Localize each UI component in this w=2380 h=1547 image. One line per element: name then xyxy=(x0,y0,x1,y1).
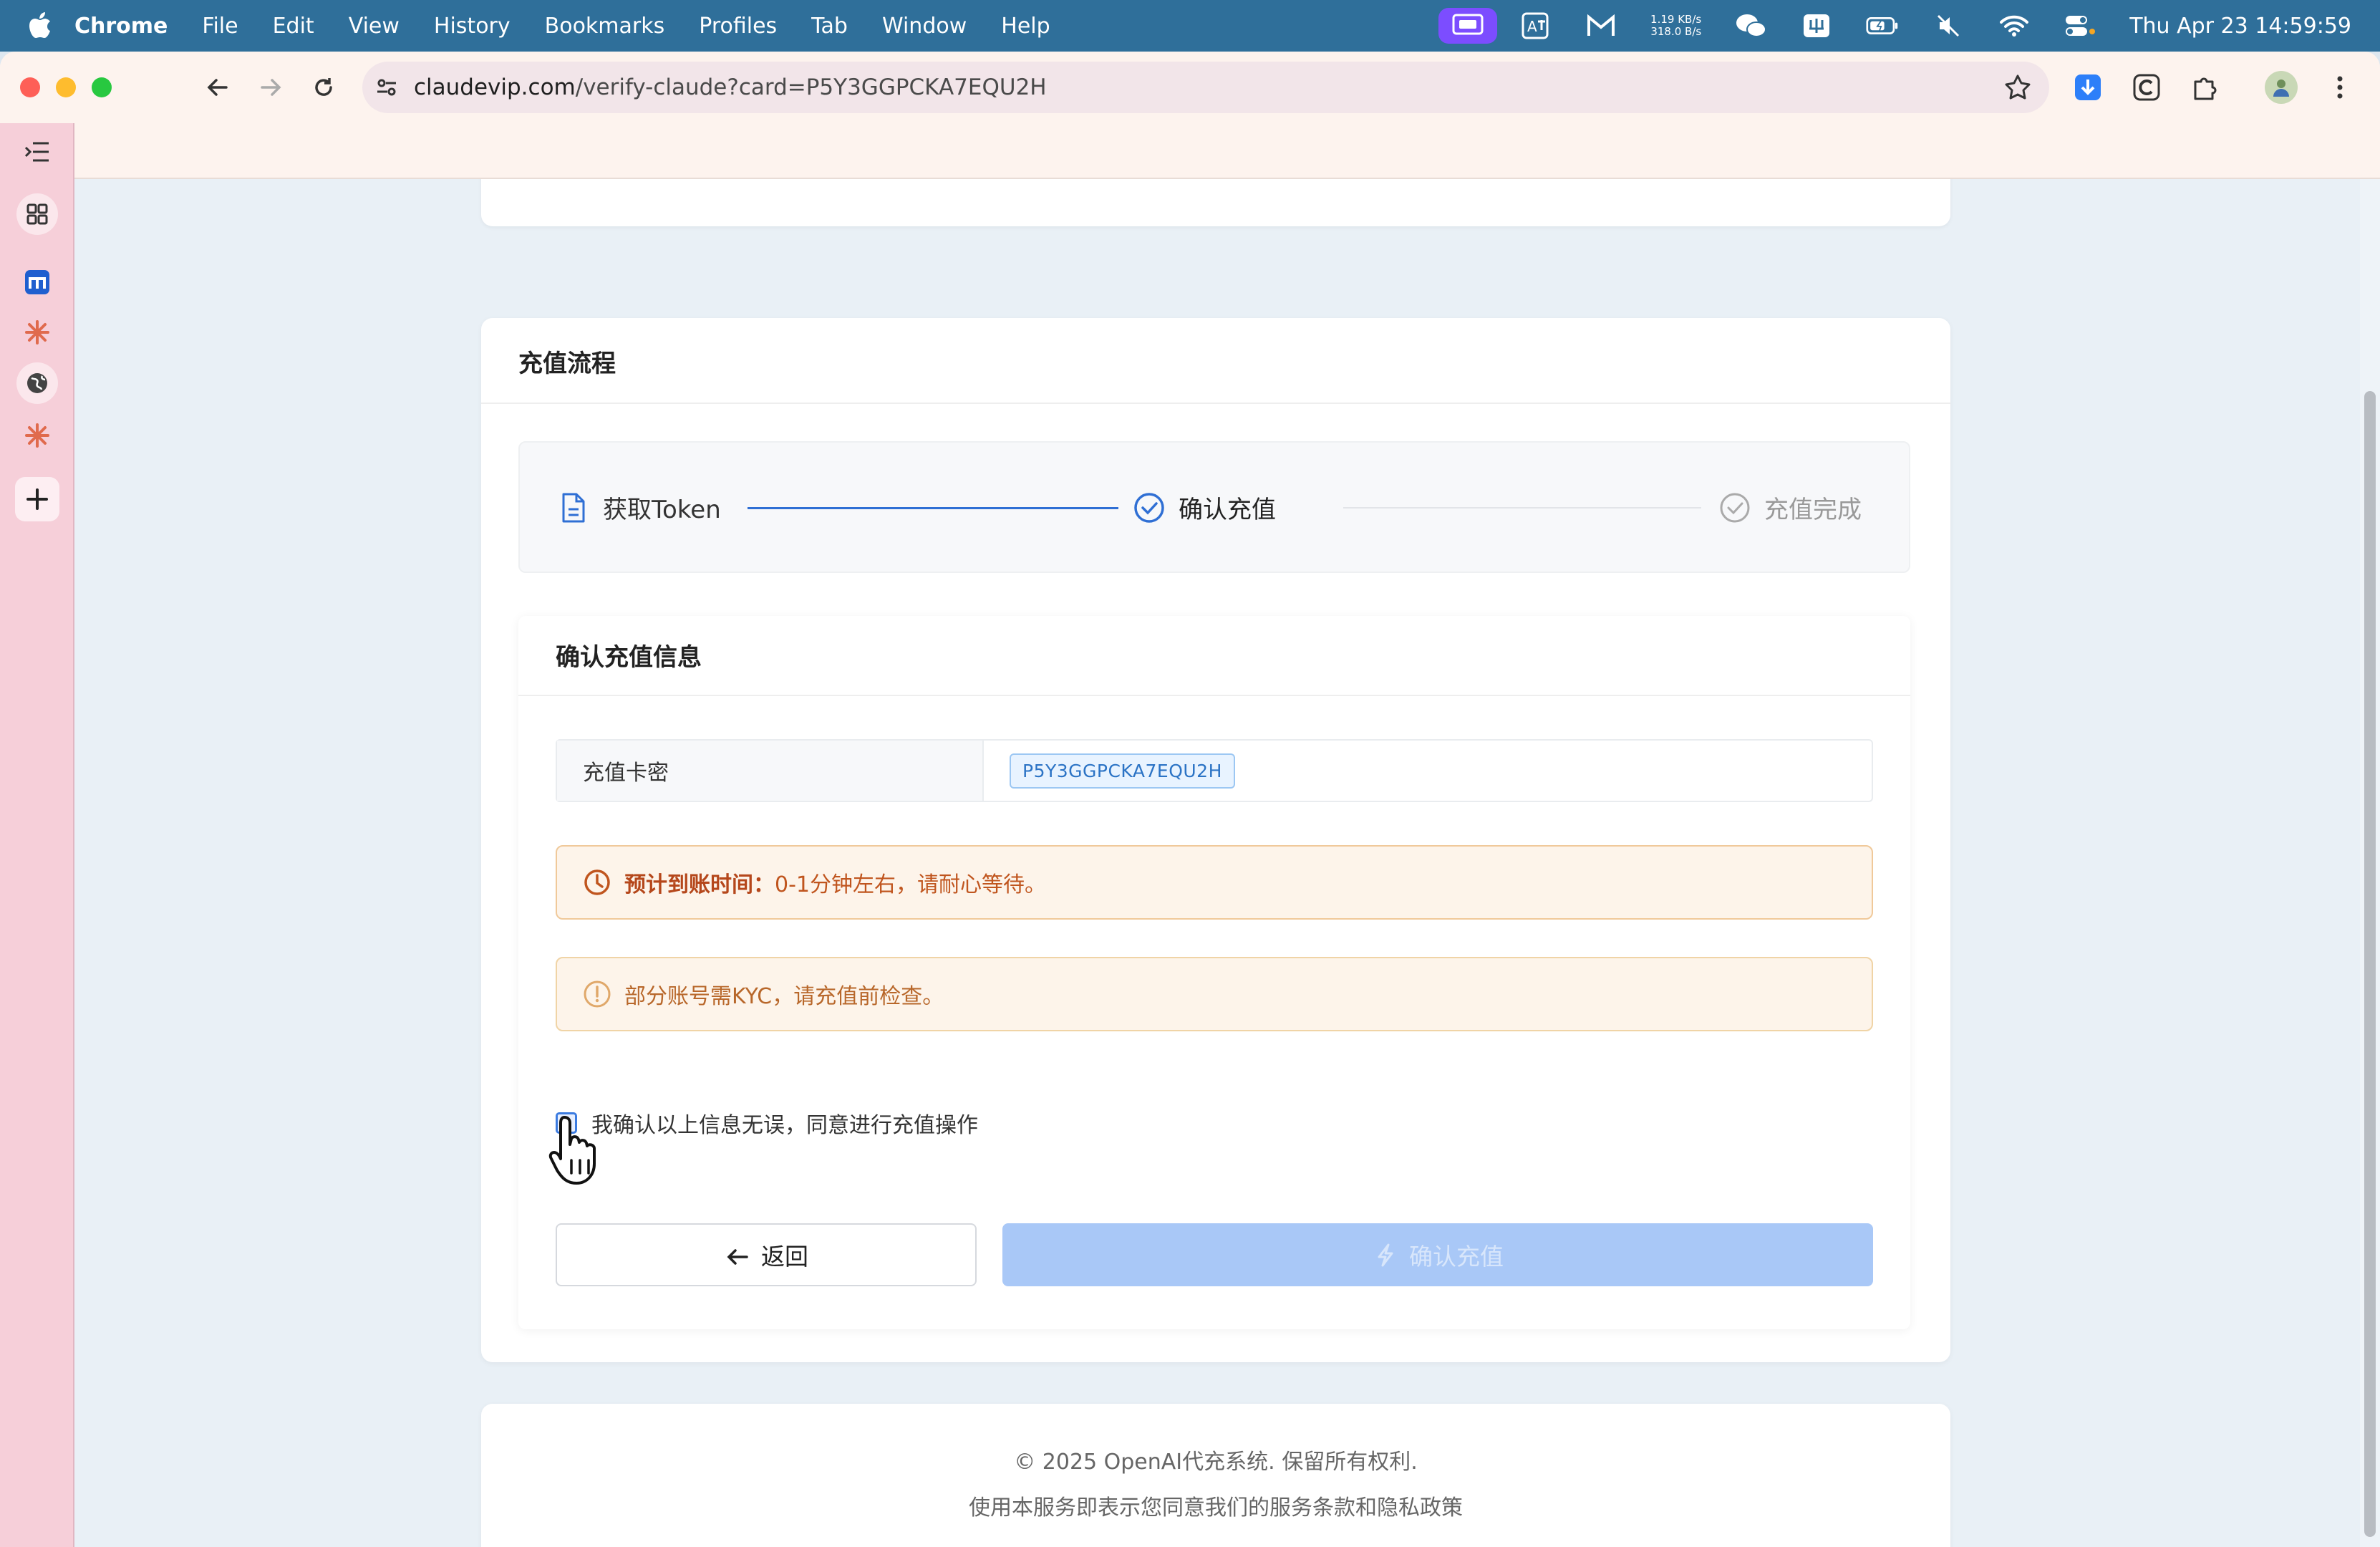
battery-icon[interactable] xyxy=(1866,11,1899,40)
window-controls xyxy=(20,77,127,97)
url-text: claudevip.com/verify-claude?card=P5Y3GGP… xyxy=(414,74,1047,100)
menu-app-chrome[interactable]: Chrome xyxy=(74,14,168,39)
back-button[interactable]: 返回 xyxy=(556,1223,977,1286)
clock-icon xyxy=(583,868,611,897)
back-button-label: 返回 xyxy=(761,1243,808,1271)
control-center-icon[interactable] xyxy=(2064,11,2096,40)
menu-tab[interactable]: Tab xyxy=(811,14,848,39)
wechat-icon[interactable] xyxy=(1734,11,1767,40)
browser-sidebar xyxy=(0,123,74,1547)
browser-window: claudevip.com/verify-claude?card=P5Y3GGP… xyxy=(0,52,2380,1547)
zoom-window-button[interactable] xyxy=(92,77,112,97)
gmail-icon[interactable] xyxy=(1585,11,1617,40)
bookmark-star-icon[interactable] xyxy=(2003,73,2032,102)
step-connector-pending xyxy=(1343,507,1701,509)
menu-window[interactable]: Window xyxy=(882,14,967,39)
menu-view[interactable]: View xyxy=(349,14,400,39)
step-get-token: 获取Token xyxy=(557,490,721,525)
footer: © 2025 OpenAI代充系统. 保留所有权利. 使用本服务即表示您同意我们… xyxy=(481,1404,1950,1547)
svg-text:A: A xyxy=(1527,18,1537,35)
c-extension-icon[interactable] xyxy=(2128,69,2165,106)
previous-card xyxy=(481,179,1950,226)
kyc-alert: 部分账号需KYC，请充值前检查。 xyxy=(556,957,1873,1031)
menu-bookmarks[interactable]: Bookmarks xyxy=(545,14,665,39)
step-connector-done xyxy=(748,507,1118,509)
reload-icon[interactable] xyxy=(305,69,342,106)
menu-file[interactable]: File xyxy=(202,14,238,39)
translate-icon[interactable]: A xyxy=(1519,11,1552,40)
m-app-icon[interactable] xyxy=(20,265,54,299)
step-recharge-complete: 充值完成 xyxy=(1718,490,1862,525)
hand-pointer-cursor-icon xyxy=(548,1116,596,1185)
apps-grid-icon[interactable] xyxy=(16,193,58,235)
claude-asterisk-icon[interactable] xyxy=(20,315,54,350)
steps-progress: 获取Token 确认充值 充值完成 xyxy=(518,441,1910,573)
warning-circle-icon xyxy=(583,980,611,1008)
agree-checkbox-row[interactable]: 我确认以上信息无误，同意进行充值操作 xyxy=(556,1107,978,1139)
browser-toolbar-strip xyxy=(74,123,2380,179)
claude-asterisk-icon-2[interactable] xyxy=(20,418,54,453)
step-confirm-recharge: 确认充值 xyxy=(1133,490,1276,525)
divider xyxy=(518,695,1910,696)
kyc-text: 部分账号需KYC，请充值前检查。 xyxy=(624,984,944,1009)
menu-help[interactable]: Help xyxy=(1001,14,1050,39)
lightning-icon xyxy=(1372,1241,1399,1268)
forward-arrow-icon[interactable] xyxy=(252,69,289,106)
back-arrow-icon[interactable] xyxy=(199,69,236,106)
card-key-label: 充值卡密 xyxy=(557,741,984,801)
add-app-plus-icon[interactable] xyxy=(15,477,59,521)
eta-text: 0-1分钟左右，请耐心等待。 xyxy=(775,872,1046,897)
step-label: 确认充值 xyxy=(1179,496,1276,524)
browser-toolbar: claudevip.com/verify-claude?card=P5Y3GGP… xyxy=(0,52,2380,123)
card-info-table: 充值卡密 P5Y3GGPCKA7EQU2H xyxy=(556,739,1873,802)
arrow-left-icon xyxy=(724,1241,751,1268)
macos-menu-bar: Chrome File Edit View History Bookmarks … xyxy=(0,0,2380,52)
sidebar-toggle-icon[interactable] xyxy=(20,135,54,169)
download-extension-icon[interactable] xyxy=(2069,69,2106,106)
confirm-recharge-button[interactable]: 确认充值 xyxy=(1002,1223,1873,1286)
globe-icon[interactable] xyxy=(16,362,58,404)
terms-text: 使用本服务即表示您同意我们的服务条款和隐私政策 xyxy=(969,1495,1463,1521)
close-window-button[interactable] xyxy=(20,77,40,97)
menu-history[interactable]: History xyxy=(434,14,511,39)
screen-mirror-icon[interactable] xyxy=(1438,8,1498,44)
network-speed-readout: 1.19 KB/s 318.0 B/s xyxy=(1650,13,1702,38)
menu-edit[interactable]: Edit xyxy=(273,14,314,39)
menubar-clock[interactable]: Thu Apr 23 14:59:59 xyxy=(2129,14,2351,39)
apple-logo-icon[interactable] xyxy=(29,11,53,40)
document-icon xyxy=(557,491,590,524)
extensions-puzzle-icon[interactable] xyxy=(2187,69,2224,106)
confirm-button-label: 确认充值 xyxy=(1409,1243,1504,1271)
more-menu-icon[interactable] xyxy=(2321,69,2359,106)
scrollbar-thumb[interactable] xyxy=(2364,391,2376,1537)
card-key-tag: P5Y3GGPCKA7EQU2H xyxy=(1010,753,1235,789)
check-circle-icon xyxy=(1133,491,1166,524)
page-scrollbar[interactable] xyxy=(2360,179,2380,1547)
menu-profiles[interactable]: Profiles xyxy=(699,14,777,39)
divider xyxy=(481,403,1950,404)
address-bar[interactable]: claudevip.com/verify-claude?card=P5Y3GGP… xyxy=(362,62,2049,113)
eta-label: 预计到账时间： xyxy=(624,872,775,897)
page-content: 充值流程 获取Token 确认充值 充值完成 确认充值信息 充值卡密 P5Y3G… xyxy=(74,179,2380,1547)
copyright-text: © 2025 OpenAI代充系统. 保留所有权利. xyxy=(1014,1450,1418,1475)
toolbar-extensions xyxy=(2069,52,2380,123)
card-key-value-cell: P5Y3GGPCKA7EQU2H xyxy=(984,741,1872,801)
card-title: 充值流程 xyxy=(518,350,616,378)
site-info-icon[interactable] xyxy=(372,73,401,102)
check-circle-pending-icon xyxy=(1718,491,1751,524)
recharge-process-card: 充值流程 获取Token 确认充值 充值完成 确认充值信息 充值卡密 P5Y3G… xyxy=(481,318,1950,1362)
minimize-window-button[interactable] xyxy=(56,77,76,97)
agree-text[interactable]: 我确认以上信息无误，同意进行充值操作 xyxy=(591,1107,978,1139)
wifi-icon[interactable] xyxy=(1998,11,2031,40)
confirm-title: 确认充值信息 xyxy=(556,643,702,672)
profile-avatar[interactable] xyxy=(2263,69,2300,106)
input-method-icon[interactable] xyxy=(1800,11,1833,40)
eta-alert: 预计到账时间： 0-1分钟左右，请耐心等待。 xyxy=(556,845,1873,920)
step-label: 获取Token xyxy=(603,496,721,524)
step-label: 充值完成 xyxy=(1764,496,1862,524)
confirm-info-panel: 确认充值信息 充值卡密 P5Y3GGPCKA7EQU2H 预计到账时间： 0-1… xyxy=(518,616,1910,1329)
avatar-icon xyxy=(2265,71,2298,104)
mute-icon[interactable] xyxy=(1932,11,1965,40)
